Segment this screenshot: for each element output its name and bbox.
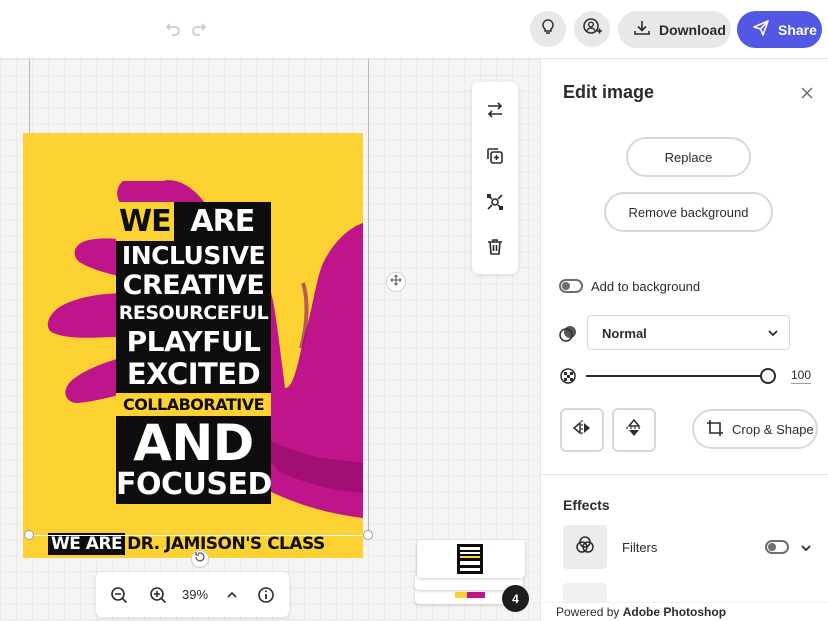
poster-image[interactable]: WE ARE INCLUSIVE CREATIVE RESOURCEFUL PL…: [23, 133, 363, 558]
resize-handle-bottom-right[interactable]: [363, 530, 373, 540]
duplicate-icon[interactable]: [483, 144, 507, 168]
poster-we: WE: [116, 202, 174, 241]
add-collaborator-icon: [582, 17, 602, 42]
move-handle[interactable]: [386, 272, 406, 292]
swap-icon[interactable]: [483, 98, 507, 122]
opacity-slider-track[interactable]: [586, 375, 762, 377]
poster-footer: WE ARE DR. JAMISON'S CLASS: [48, 533, 327, 555]
crop-shape-button[interactable]: Crop & Shape: [692, 409, 818, 449]
chevron-up-icon[interactable]: [221, 584, 243, 606]
info-icon[interactable]: [255, 584, 277, 606]
share-send-icon: [752, 19, 770, 40]
canvas-area: WE ARE INCLUSIVE CREATIVE RESOURCEFUL PL…: [0, 59, 540, 621]
effects-title: Effects: [563, 497, 610, 513]
opacity-icon: [559, 367, 577, 390]
crop-shape-label: Crop & Shape: [732, 421, 814, 437]
blend-mode-value: Normal: [602, 326, 647, 341]
rotate-handle[interactable]: [191, 550, 209, 568]
panel-divider: [541, 474, 828, 475]
edit-image-panel: Edit image Replace Remove background Add…: [540, 59, 828, 621]
redo-icon[interactable]: [191, 20, 207, 36]
chevron-down-icon[interactable]: [799, 541, 813, 560]
replace-button[interactable]: Replace: [626, 137, 751, 177]
arrange-icon[interactable]: [483, 190, 507, 214]
close-icon[interactable]: [799, 85, 815, 101]
opacity-slider-thumb[interactable]: [760, 368, 776, 384]
chevron-down-icon: [766, 326, 780, 340]
blend-mode-icon: [559, 325, 577, 348]
powered-by: Powered by Adobe Photoshop: [541, 602, 828, 621]
zoom-bar: 39%: [96, 572, 289, 617]
poster-footer-we-are: WE ARE: [48, 533, 126, 555]
poster-we-are-line: WE ARE: [116, 202, 271, 241]
page-thumbnail: [417, 540, 525, 578]
filters-icon: [575, 535, 595, 560]
opacity-value[interactable]: 100: [791, 368, 812, 384]
download-button[interactable]: Download: [618, 11, 731, 48]
poster-and: AND: [116, 416, 271, 468]
flip-horizontal-button[interactable]: [560, 408, 604, 452]
element-toolbar: [472, 82, 518, 274]
poster-line: INCLUSIVE: [116, 241, 271, 270]
poster-footer-class: DR. JAMISON'S CLASS: [127, 534, 325, 554]
undo-icon[interactable]: [165, 20, 181, 36]
page-count-badge[interactable]: 4: [502, 585, 529, 612]
add-to-background-toggle[interactable]: [559, 279, 583, 293]
zoom-level[interactable]: 39%: [182, 587, 208, 602]
add-to-background-label: Add to background: [591, 279, 701, 294]
undo-redo-group: [165, 20, 207, 36]
resize-handle-bottom-left[interactable]: [24, 530, 34, 540]
flip-vertical-icon: [624, 418, 644, 443]
remove-background-button[interactable]: Remove background: [604, 192, 773, 232]
filters-toggle[interactable]: [765, 540, 789, 554]
selection-edge: [29, 535, 368, 536]
poster-are: ARE: [173, 202, 271, 241]
invite-collaborator-button[interactable]: [574, 11, 610, 47]
panel-title: Edit image: [563, 82, 655, 102]
zoom-in-icon[interactable]: [147, 584, 169, 606]
download-label: Download: [659, 21, 726, 38]
move-icon: [390, 273, 402, 291]
zoom-out-icon[interactable]: [108, 584, 130, 606]
powered-brand: Adobe Photoshop: [622, 605, 727, 619]
trash-icon[interactable]: [483, 235, 507, 259]
lightbulb-icon: [539, 18, 557, 41]
share-label: Share: [778, 21, 817, 38]
flip-horizontal-icon: [572, 418, 592, 443]
poster-text-stack: WE ARE INCLUSIVE CREATIVE RESOURCEFUL PL…: [116, 202, 272, 504]
tips-button[interactable]: [530, 11, 566, 47]
download-icon: [633, 19, 651, 40]
top-bar: Download Share: [0, 0, 828, 59]
poster-line: RESOURCEFUL: [116, 301, 271, 326]
page-guide-right: [368, 59, 369, 535]
share-button[interactable]: Share: [737, 11, 822, 48]
filters-thumbnail[interactable]: [563, 525, 607, 569]
poster-collaborative: COLLABORATIVE: [116, 393, 271, 416]
rotate-icon: [194, 550, 206, 568]
poster-line: PLAYFUL: [116, 326, 271, 358]
poster-line: EXCITED: [116, 358, 271, 393]
powered-prefix: Powered by: [556, 605, 623, 619]
filters-label: Filters: [622, 540, 658, 555]
poster-focused: FOCUSED: [116, 467, 272, 504]
flip-vertical-button[interactable]: [612, 408, 656, 452]
poster-line: CREATIVE: [116, 270, 271, 301]
blend-mode-select[interactable]: Normal: [587, 315, 790, 350]
crop-icon: [706, 419, 724, 440]
